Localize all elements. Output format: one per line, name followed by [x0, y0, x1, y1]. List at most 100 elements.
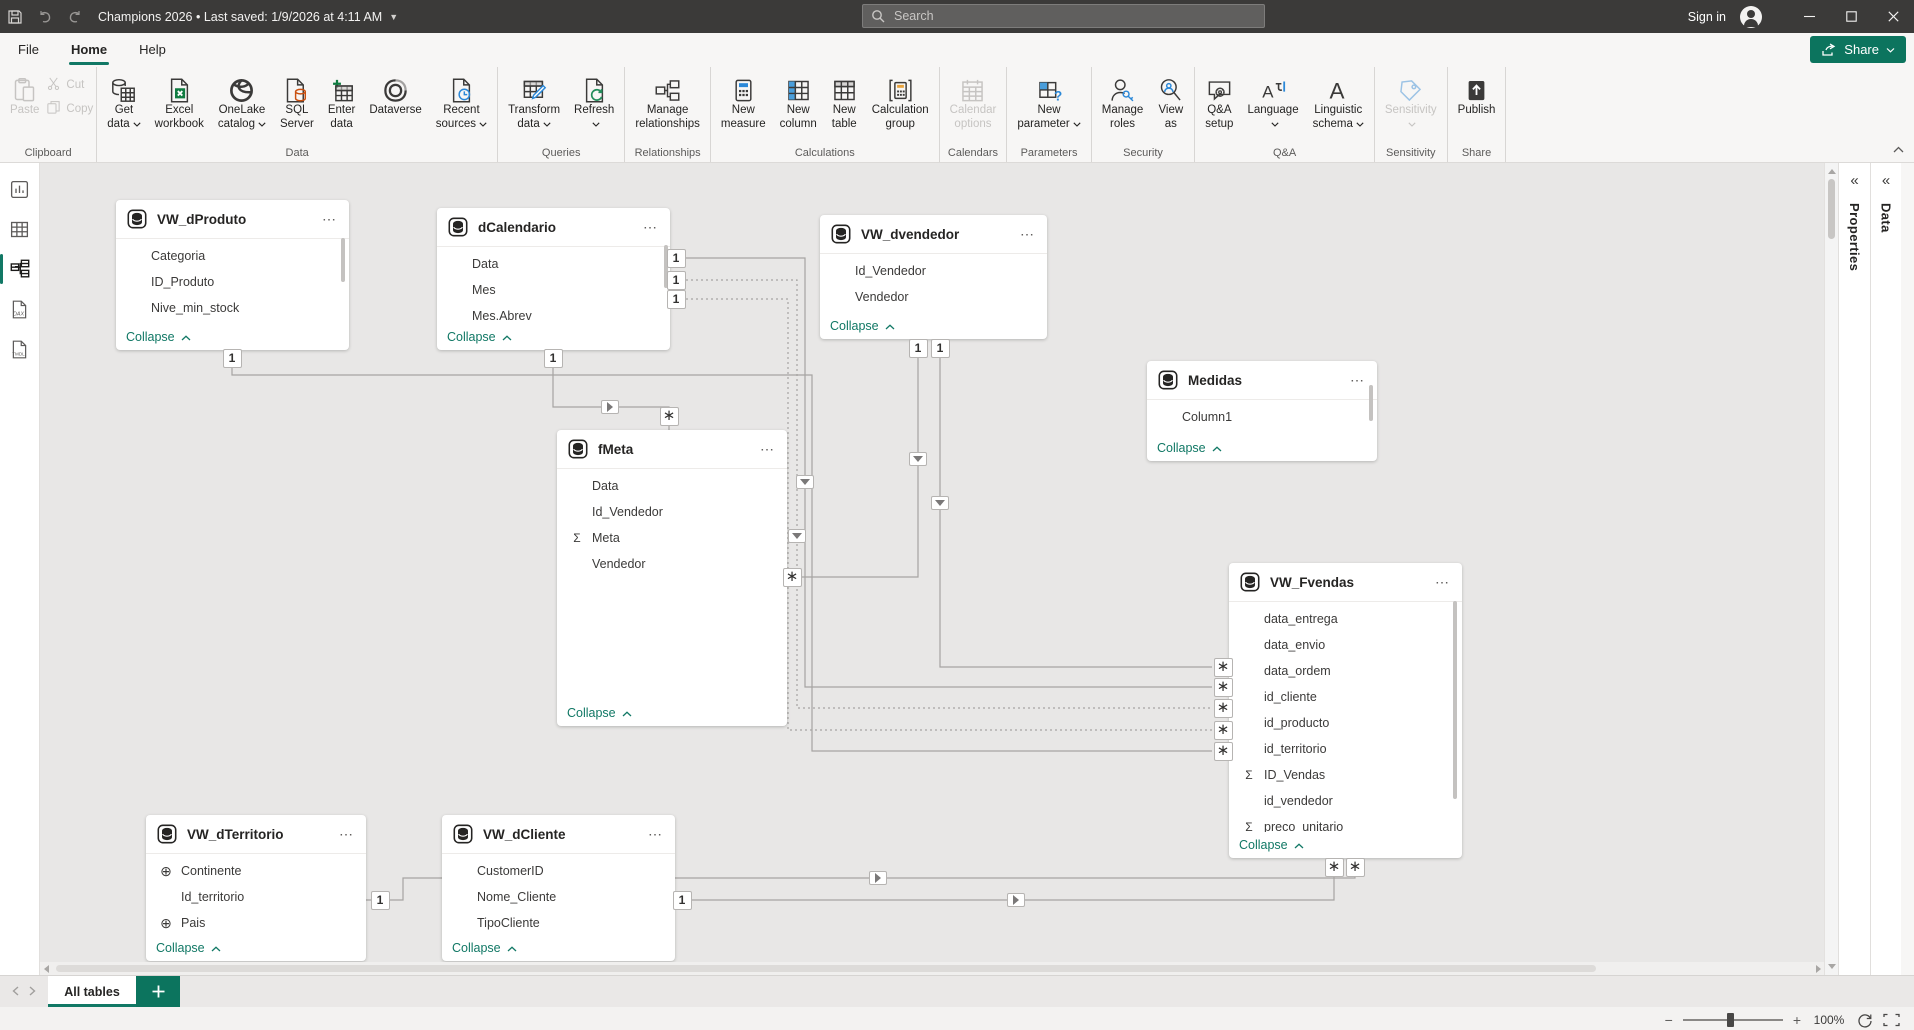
card-scrollbar-thumb[interactable] — [1453, 601, 1457, 799]
table-card-fMeta[interactable]: fMeta⋯DataId_VendedorΣMetaVendedorCollap… — [557, 430, 787, 726]
table-card-VW_dCliente[interactable]: VW_dCliente⋯CustomerIDNome_ClienteTipoCl… — [442, 815, 675, 961]
table-card-header[interactable]: VW_dProduto⋯ — [116, 200, 349, 239]
field-ID_Vendas[interactable]: ΣID_Vendas — [1229, 762, 1462, 788]
collapse-table-link[interactable]: Collapse — [1229, 832, 1462, 858]
share-button[interactable]: Share — [1810, 36, 1906, 63]
field-Id_territorio[interactable]: Id_territorio — [146, 884, 366, 910]
table-card-dCalendario[interactable]: dCalendario⋯DataMesMes.AbrevCollapse — [437, 208, 670, 350]
collapse-table-link[interactable]: Collapse — [116, 324, 349, 350]
zoom-slider-handle[interactable] — [1727, 1013, 1734, 1027]
avatar[interactable] — [1740, 6, 1762, 28]
field-Categoria[interactable]: Categoria — [116, 243, 349, 269]
field-id_territorio[interactable]: id_territorio — [1229, 736, 1462, 762]
zoom-out-button[interactable]: − — [1665, 1015, 1673, 1025]
menu-tab-home[interactable]: Home — [57, 33, 121, 67]
get-data-button[interactable]: Getdata — [100, 70, 147, 146]
minimize-button[interactable] — [1788, 0, 1830, 33]
collapse-table-link[interactable]: Collapse — [1147, 435, 1377, 461]
field-Column1[interactable]: Column1 — [1147, 404, 1377, 430]
scroll-up-icon[interactable] — [1825, 165, 1838, 178]
more-options-icon[interactable]: ⋯ — [1018, 226, 1037, 243]
enter-data-button[interactable]: Enterdata — [321, 70, 363, 146]
sidebar-item-report-view[interactable] — [2, 171, 38, 207]
field-Vendedor[interactable]: Vendedor — [557, 551, 787, 577]
relationship-line-VW_dCliente-VW_Fvendas[interactable] — [672, 858, 1334, 900]
collapse-table-link[interactable]: Collapse — [437, 324, 670, 350]
language-button[interactable]: ALanguage — [1240, 70, 1305, 146]
scroll-down-icon[interactable] — [1825, 960, 1838, 973]
more-options-icon[interactable]: ⋯ — [646, 826, 665, 843]
field-Continente[interactable]: ⊕Continente — [146, 858, 366, 884]
q&a-setup-button[interactable]: Q&Asetup — [1198, 70, 1240, 146]
collapse-table-link[interactable]: Collapse — [146, 935, 366, 961]
field-Vendedor[interactable]: Vendedor — [820, 284, 1047, 310]
data-pane-collapsed[interactable]: « Data — [1870, 163, 1901, 975]
zoom-slider[interactable] — [1683, 1019, 1783, 1021]
view-as-button[interactable]: Viewas — [1150, 70, 1191, 146]
close-button[interactable] — [1872, 0, 1914, 33]
field-Id_Vendedor[interactable]: Id_Vendedor — [557, 499, 787, 525]
table-card-header[interactable]: VW_dTerritorio⋯ — [146, 815, 366, 854]
fit-to-screen-icon[interactable] — [1883, 1013, 1900, 1027]
sidebar-item-model-view[interactable] — [2, 251, 38, 287]
menu-tab-help[interactable]: Help — [125, 33, 180, 67]
search-input[interactable] — [892, 8, 1256, 24]
field-Mes.Abrev[interactable]: Mes.Abrev — [437, 303, 670, 324]
prev-tab-icon[interactable] — [12, 983, 19, 1001]
field-Mes[interactable]: Mes — [437, 277, 670, 303]
more-options-icon[interactable]: ⋯ — [320, 211, 339, 228]
menu-tab-file[interactable]: File — [4, 33, 53, 67]
document-title[interactable]: Champions 2026 • Last saved: 1/9/2026 at… — [98, 10, 398, 24]
transform-data-button[interactable]: Transformdata — [501, 70, 567, 146]
field-preco_unitario[interactable]: Σpreco_unitario — [1229, 814, 1462, 832]
table-card-header[interactable]: VW_dCliente⋯ — [442, 815, 675, 854]
horizontal-scroll-thumb[interactable] — [56, 965, 1596, 972]
collapse-table-link[interactable]: Collapse — [442, 935, 675, 961]
expand-pane-icon[interactable]: « — [1850, 173, 1858, 189]
sidebar-item-tmdl-view[interactable]: TMDL — [2, 331, 38, 367]
field-data_entrega[interactable]: data_entrega — [1229, 606, 1462, 632]
new-layout-button[interactable] — [136, 976, 180, 1007]
field-id_producto[interactable]: id_producto — [1229, 710, 1462, 736]
table-card-VW_dProduto[interactable]: VW_dProduto⋯CategoriaID_ProdutoNive_min_… — [116, 200, 349, 350]
field-Meta[interactable]: ΣMeta — [557, 525, 787, 551]
model-diagram-canvas[interactable]: VW_dProduto⋯CategoriaID_ProdutoNive_min_… — [40, 163, 1838, 975]
more-options-icon[interactable]: ⋯ — [1433, 574, 1452, 591]
collapse-table-link[interactable]: Collapse — [820, 313, 1047, 339]
new-parameter-button[interactable]: ?Newparameter — [1010, 70, 1087, 146]
sign-in-link[interactable]: Sign in — [1688, 10, 1726, 24]
table-card-header[interactable]: Medidas⋯ — [1147, 361, 1377, 400]
new-column-button[interactable]: Newcolumn — [773, 70, 824, 146]
dataverse-button[interactable]: Dataverse — [362, 70, 428, 146]
collapse-table-link[interactable]: Collapse — [557, 700, 787, 726]
more-options-icon[interactable]: ⋯ — [337, 826, 356, 843]
collapse-ribbon-icon[interactable] — [1893, 140, 1904, 158]
field-id_cliente[interactable]: id_cliente — [1229, 684, 1462, 710]
field-Pais[interactable]: ⊕Pais — [146, 910, 366, 935]
field-Data[interactable]: Data — [437, 251, 670, 277]
field-id_vendedor[interactable]: id_vendedor — [1229, 788, 1462, 814]
reset-zoom-icon[interactable] — [1857, 1012, 1873, 1028]
publish-button[interactable]: Publish — [1451, 70, 1503, 146]
global-search[interactable] — [862, 4, 1265, 28]
scroll-left-icon[interactable] — [40, 962, 53, 975]
field-TipoCliente[interactable]: TipoCliente — [442, 910, 675, 935]
zoom-in-button[interactable]: + — [1793, 1015, 1801, 1025]
table-card-VW_dTerritorio[interactable]: VW_dTerritorio⋯ ⊕ContinenteId_territorio⊕… — [146, 815, 366, 961]
field-Id_Vendedor[interactable]: Id_Vendedor — [820, 258, 1047, 284]
new-measure-button[interactable]: Newmeasure — [714, 70, 773, 146]
more-options-icon[interactable]: ⋯ — [758, 441, 777, 458]
field-data_ordem[interactable]: data_ordem — [1229, 658, 1462, 684]
table-card-VW_dvendedor[interactable]: VW_dvendedor⋯Id_VendedorVendedorCollapse — [820, 215, 1047, 339]
excel-workbook-button[interactable]: Excelworkbook — [148, 70, 211, 146]
refresh-button[interactable]: Refresh — [567, 70, 621, 146]
sql-server-button[interactable]: SQLServer — [273, 70, 321, 146]
sidebar-item-dax-query-view[interactable]: DAX — [2, 291, 38, 327]
field-Nive_min_stock[interactable]: Nive_min_stock — [116, 295, 349, 321]
redo-icon[interactable] — [60, 0, 90, 33]
expand-pane-icon[interactable]: « — [1882, 173, 1890, 189]
linguistic-schema-button[interactable]: ALinguisticschema — [1306, 70, 1371, 146]
canvas-horizontal-scrollbar[interactable] — [40, 962, 1825, 975]
relationship-line-dCalendario-fMeta[interactable] — [553, 368, 669, 430]
more-options-icon[interactable]: ⋯ — [641, 219, 660, 236]
